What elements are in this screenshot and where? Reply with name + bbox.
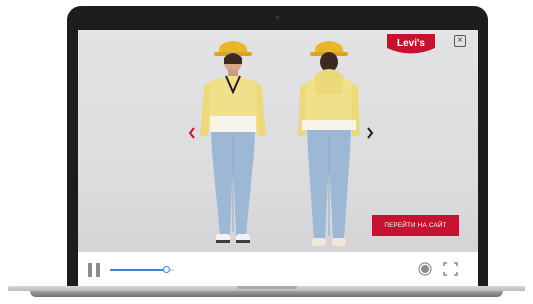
laptop-base [0,286,533,304]
laptop-notch [237,286,297,289]
video-ad-player: Levi's × ПЕРЕЙТИ НА САЙТ [78,30,478,287]
chevron-right-icon[interactable] [365,126,375,140]
visit-site-button[interactable]: ПЕРЕЙТИ НА САЙТ [372,215,459,236]
close-button[interactable]: × [454,35,466,47]
ad-photo[interactable]: Levi's × ПЕРЕЙТИ НА САЙТ [78,30,478,252]
player-controls [78,252,478,287]
record-icon[interactable] [418,262,432,276]
progress-fill [110,269,167,271]
fullscreen-icon[interactable] [443,262,458,276]
svg-text:Levi's: Levi's [397,38,425,49]
chevron-left-icon[interactable] [187,126,197,140]
camera-dot [276,16,279,19]
levis-logo: Levi's [387,34,435,54]
model-front-image [200,41,266,243]
model-back-image [298,41,360,246]
laptop-mockup: Levi's × ПЕРЕЙТИ НА САЙТ [0,0,533,304]
progress-knob[interactable] [162,266,170,273]
progress-bar[interactable] [110,266,174,273]
pause-icon[interactable] [88,263,101,277]
close-icon: × [457,35,463,46]
